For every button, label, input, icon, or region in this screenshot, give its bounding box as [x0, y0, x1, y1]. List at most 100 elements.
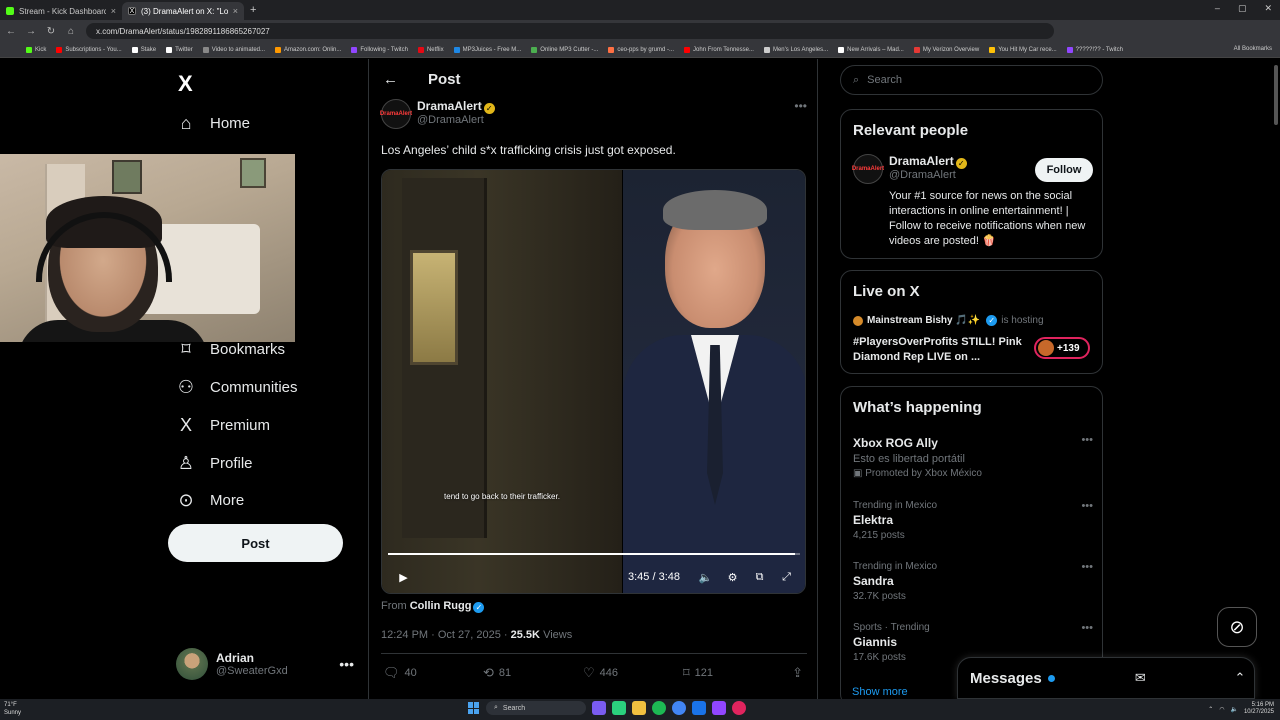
- live-title[interactable]: #PlayersOverProfits STILL! Pink Diamond …: [853, 335, 1023, 365]
- tray-chevron-icon[interactable]: ⌃: [1208, 706, 1213, 713]
- file-explorer-icon[interactable]: [632, 701, 646, 715]
- bookmark-button[interactable]: ⌑ 121: [683, 665, 783, 681]
- picture-in-picture-icon[interactable]: ⧉: [746, 571, 773, 584]
- app-icon[interactable]: [732, 701, 746, 715]
- video-progress-bar[interactable]: [388, 553, 800, 555]
- forward-arrow-icon[interactable]: →: [26, 26, 36, 37]
- chrome-icon[interactable]: [672, 701, 686, 715]
- bookmark-item[interactable]: Men's Los Angeles...: [763, 46, 828, 53]
- volume-icon[interactable]: 🔈: [1230, 706, 1237, 713]
- bookmark-item[interactable]: Stake: [131, 46, 156, 53]
- bookmark-item[interactable]: You Hit My Car rece...: [989, 46, 1057, 53]
- nav-item-home[interactable]: ⌂ Home: [176, 113, 250, 134]
- more-dots-icon[interactable]: •••: [339, 656, 354, 672]
- bookmark-item[interactable]: Twitter: [166, 46, 193, 53]
- trend-item[interactable]: Trending in Mexico Elektra 4,215 posts •…: [853, 500, 1093, 541]
- search-input[interactable]: ⌕ Search: [840, 65, 1103, 95]
- windows-start-icon[interactable]: [468, 702, 480, 714]
- bookmark-item[interactable]: My Verizon Overview: [913, 46, 979, 53]
- nav-item-communities[interactable]: ⚇ Communities: [176, 377, 298, 398]
- video-player[interactable]: tend to go back to their trafficker. ▶ 3…: [381, 169, 806, 594]
- post-timestamp[interactable]: 12:24 PM · Oct 27, 2025 ·: [381, 629, 508, 641]
- bookmark-item[interactable]: John From Tennesse...: [684, 46, 754, 53]
- nav-item-bookmarks[interactable]: ⌑ Bookmarks: [176, 339, 285, 360]
- follow-button[interactable]: Follow: [1035, 158, 1093, 182]
- listener-count: +139: [1057, 342, 1080, 354]
- tab-kick-dashboard[interactable]: Stream - Kick Dashboard ×: [0, 2, 122, 20]
- twitch-icon[interactable]: [712, 701, 726, 715]
- weather-widget[interactable]: 71°F Sunny: [4, 701, 21, 717]
- close-window-button[interactable]: ✕: [1264, 3, 1272, 14]
- url-field[interactable]: x.com/DramaAlert/status/1982891186865267…: [86, 23, 1054, 39]
- show-more-link[interactable]: Show more: [852, 686, 908, 698]
- account-switcher[interactable]: Adrian @SweaterGxd •••: [176, 647, 354, 681]
- bookmark-item[interactable]: Kick: [26, 46, 46, 53]
- bookmark-item[interactable]: New Arrivals – Mad...: [838, 46, 904, 53]
- bookmark-item[interactable]: ?????!?? - Twitch: [1066, 46, 1123, 53]
- trend-item[interactable]: Xbox ROG Ally Esto es libertad portátil …: [853, 434, 1093, 479]
- bookmark-item[interactable]: ceo-pps by grumd -...: [608, 46, 674, 53]
- person-handle[interactable]: @DramaAlert: [889, 169, 956, 181]
- scrollbar-thumb[interactable]: [1274, 65, 1278, 125]
- repost-icon: ⟲: [483, 665, 494, 680]
- scrollbar[interactable]: [1272, 59, 1280, 699]
- taskbar-search[interactable]: ⌕ Search: [486, 701, 586, 715]
- more-dots-icon[interactable]: •••: [1081, 434, 1093, 446]
- more-dots-icon[interactable]: •••: [1081, 500, 1093, 512]
- tab-close-icon[interactable]: ×: [233, 6, 238, 16]
- volume-icon[interactable]: 🔈: [692, 571, 719, 584]
- wifi-icon[interactable]: ◠: [1219, 706, 1224, 713]
- new-tab-button[interactable]: +: [250, 4, 256, 16]
- more-dots-icon[interactable]: •••: [1081, 561, 1093, 573]
- minimize-button[interactable]: –: [1215, 3, 1220, 14]
- author-name-link[interactable]: DramaAlert ✓: [417, 99, 495, 114]
- clock[interactable]: 5:16 PM 10/27/2025: [1244, 702, 1274, 716]
- x-logo-icon[interactable]: X: [178, 71, 193, 97]
- more-dots-icon[interactable]: •••: [1081, 622, 1093, 634]
- bookmark-item[interactable]: Online MP3 Cutter -...: [531, 46, 598, 53]
- settings-gear-icon[interactable]: ⚙: [719, 571, 746, 584]
- maximize-button[interactable]: ▢: [1238, 3, 1247, 14]
- browser-tab-bar: Stream - Kick Dashboard × X (3) DramaAle…: [0, 0, 1280, 20]
- bookmark-item[interactable]: MP3Juices - Free M...: [453, 46, 521, 53]
- app-icon[interactable]: [592, 701, 606, 715]
- trend-item[interactable]: Trending in Mexico Sandra 32.7K posts ••…: [853, 561, 1093, 602]
- new-message-icon[interactable]: ✉: [1126, 670, 1154, 686]
- nav-item-more[interactable]: ⊙ More: [176, 490, 244, 511]
- more-dots-icon[interactable]: •••: [794, 99, 807, 113]
- nav-item-premium[interactable]: X Premium: [176, 415, 270, 436]
- play-icon[interactable]: ▶: [390, 571, 417, 584]
- tab-x-post[interactable]: X (3) DramaAlert on X: "Los Ange ×: [122, 2, 244, 20]
- bookmark-item[interactable]: Following - Twitch: [351, 46, 408, 53]
- repost-button[interactable]: ⟲ 81: [483, 665, 583, 681]
- bookmark-item[interactable]: Netflix: [417, 46, 444, 53]
- post-button[interactable]: Post: [168, 524, 343, 562]
- share-button[interactable]: ⇪: [792, 665, 803, 681]
- like-button[interactable]: ♡ 446: [583, 665, 683, 681]
- live-host[interactable]: Mainstream Bishy 🎵✨ ✓ is hosting: [853, 315, 1044, 326]
- app-icon[interactable]: [612, 701, 626, 715]
- author-handle[interactable]: @DramaAlert: [417, 114, 495, 126]
- back-arrow-icon[interactable]: ←: [6, 26, 16, 37]
- tab-close-icon[interactable]: ×: [111, 6, 116, 16]
- person-name-link[interactable]: DramaAlert ✓: [889, 154, 967, 169]
- bookmark-item[interactable]: Video to animated...: [202, 46, 265, 53]
- live-listeners-badge[interactable]: +139: [1034, 337, 1090, 359]
- bookmark-item[interactable]: Amazon.com: Onlin...: [275, 46, 341, 53]
- home-icon[interactable]: ⌂: [66, 26, 76, 37]
- nav-item-profile[interactable]: ♙ Profile: [176, 453, 253, 474]
- avatar[interactable]: DramaAlert: [380, 99, 412, 129]
- grok-icon[interactable]: ⊘: [1217, 607, 1257, 647]
- chevron-up-icon[interactable]: ⌃: [1226, 670, 1254, 686]
- back-arrow-icon[interactable]: ←: [383, 71, 398, 88]
- spotify-icon[interactable]: [652, 701, 666, 715]
- all-bookmarks-button[interactable]: All Bookmarks: [1234, 46, 1272, 52]
- avatar[interactable]: DramaAlert: [852, 154, 884, 184]
- fullscreen-icon[interactable]: ⤢: [773, 571, 800, 584]
- reply-button[interactable]: 🗨 40: [383, 665, 483, 681]
- reload-icon[interactable]: ↻: [46, 26, 56, 37]
- source-name[interactable]: Collin Rugg: [410, 600, 472, 612]
- app-icon[interactable]: [692, 701, 706, 715]
- messages-drawer[interactable]: Messages ✉ ⌃: [957, 657, 1255, 699]
- bookmark-item[interactable]: Subscriptions - You...: [56, 46, 122, 53]
